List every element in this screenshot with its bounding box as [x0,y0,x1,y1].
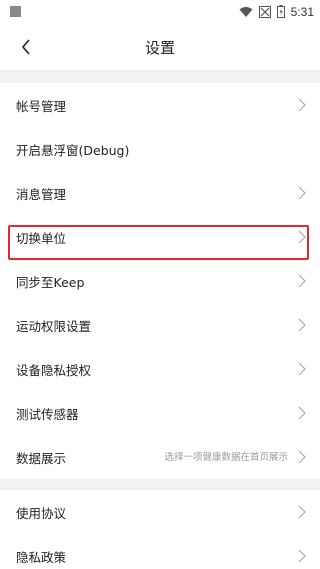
settings-item-label: 设备隐私授权 [16,362,92,378]
wifi-icon [239,3,253,22]
status-time: 5:31 [290,5,314,19]
chevron-right-icon [298,450,306,464]
settings-item-label: 消息管理 [16,186,67,202]
settings-list: 帐号管理 开启悬浮窗(Debug) 消息管理 切换单位 同步至Keep 运动权限… [0,83,320,479]
chevron-right-icon [298,362,306,376]
chevron-right-icon [298,505,306,519]
settings-item-label: 运动权限设置 [16,318,92,334]
settings-item-sync-keep[interactable]: 同步至Keep [0,259,320,303]
settings-item-label: 数据展示 [16,450,67,466]
settings-item-account[interactable]: 帐号管理 [0,83,320,127]
settings-item-data-display[interactable]: 数据展示 选择一项健康数据在首页展示 [0,435,320,479]
chevron-right-icon [298,186,306,200]
settings-item-label: 帐号管理 [16,98,67,114]
settings-item-terms[interactable]: 使用协议 [0,490,320,534]
chevron-right-icon [298,98,306,112]
settings-item-sport-permissions[interactable]: 运动权限设置 [0,303,320,347]
header: 设置 [0,24,320,70]
settings-item-test-sensor[interactable]: 测试传感器 [0,391,320,435]
status-bar: 5:31 [0,0,320,24]
settings-item-label: 开启悬浮窗(Debug) [16,142,130,158]
legal-list: 使用协议 隐私政策 [0,490,320,569]
settings-item-hint: 选择一项健康数据在首页展示 [164,452,288,463]
chevron-right-icon [298,549,306,563]
page-title: 设置 [144,39,175,57]
settings-item-label: 测试传感器 [16,406,79,422]
settings-item-label: 同步至Keep [16,274,85,290]
no-signal-icon [258,3,271,22]
settings-item-label: 使用协议 [16,505,67,521]
settings-item-device-privacy[interactable]: 设备隐私授权 [0,347,320,391]
settings-item-messages[interactable]: 消息管理 [0,171,320,215]
chevron-right-icon [298,406,306,420]
notification-icon [10,6,21,17]
settings-item-label: 隐私政策 [16,549,67,565]
settings-item-privacy-policy[interactable]: 隐私政策 [0,534,320,569]
highlight-box [8,225,309,260]
chevron-right-icon [298,274,306,288]
status-icons: 5:31 [239,3,314,21]
chevron-right-icon [298,318,306,332]
battery-charging-icon [276,3,285,22]
settings-item-floating-window[interactable]: 开启悬浮窗(Debug) [0,127,320,171]
